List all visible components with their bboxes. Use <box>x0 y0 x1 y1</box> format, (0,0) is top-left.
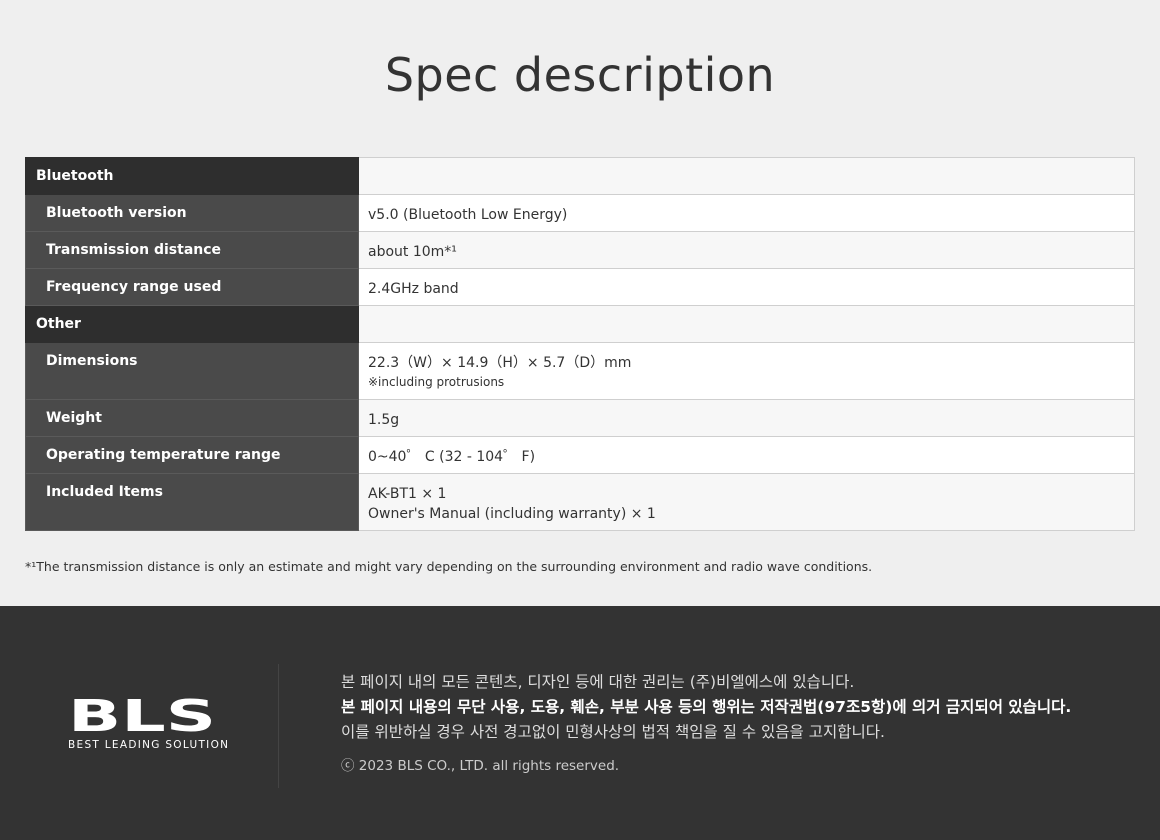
spec-value: AK-BT1 × 1 Owner's Manual (including war… <box>358 473 1135 531</box>
spec-value: 2.4GHz band <box>358 268 1135 306</box>
footer-text: 본 페이지 내의 모든 콘텐츠, 디자인 등에 대한 권리는 (주)비엘에스에 … <box>341 670 1071 774</box>
spec-row: Frequency range used 2.4GHz band <box>25 268 1135 306</box>
footer-prohibition-line: 본 페이지 내용의 무단 사용, 도용, 훼손, 부분 사용 등의 행위는 저작… <box>341 698 1072 716</box>
spec-label: Transmission distance <box>25 231 359 269</box>
footer-warning-line: 이를 위반하실 경우 사전 경고없이 민형사상의 법적 책임을 질 수 있음을 … <box>341 723 885 741</box>
spec-label: Included Items <box>25 473 359 531</box>
logo-subtitle: BEST LEADING SOLUTION <box>68 739 230 751</box>
section-row-other: Other <box>25 305 1135 343</box>
spec-label: Bluetooth version <box>25 194 359 232</box>
footer-divider <box>278 664 279 788</box>
spec-label: Weight <box>25 399 359 437</box>
section-row-bluetooth: Bluetooth <box>25 157 1135 195</box>
spec-row: Weight 1.5g <box>25 399 1135 437</box>
spec-value: about 10m*¹ <box>358 231 1135 269</box>
spec-row: Transmission distance about 10m*¹ <box>25 231 1135 269</box>
footnote: *¹The transmission distance is only an e… <box>25 559 873 574</box>
spec-value-text: 0~40゜ C (32 - 104゜ F) <box>368 449 536 465</box>
spec-row: Included Items AK-BT1 × 1 Owner's Manual… <box>25 473 1135 531</box>
spec-table: Bluetooth Bluetooth version v5.0 (Blueto… <box>25 157 1135 531</box>
spec-row: Bluetooth version v5.0 (Bluetooth Low En… <box>25 194 1135 232</box>
spec-row: Dimensions 22.3（W）× 14.9（H）× 5.7（D）mm ※i… <box>25 342 1135 400</box>
bls-logo: BLS BEST LEADING SOLUTION <box>68 697 230 751</box>
spec-label: Dimensions <box>25 342 359 400</box>
section-header-other: Other <box>25 305 359 343</box>
spec-value-note: ※including protrusions <box>368 375 505 389</box>
spec-value-text-2: Owner's Manual (including warranty) × 1 <box>368 506 656 522</box>
spec-value-text: about 10m*¹ <box>368 244 457 260</box>
spec-value-text: v5.0 (Bluetooth Low Energy) <box>368 207 568 223</box>
spec-value-text: 2.4GHz band <box>368 281 459 297</box>
spec-value: v5.0 (Bluetooth Low Energy) <box>358 194 1135 232</box>
logo-text: BLS <box>68 697 216 733</box>
footer-copyright: ⓒ 2023 BLS CO., LTD. all rights reserved… <box>341 758 620 774</box>
page-title: Spec description <box>384 48 776 102</box>
spec-value-text: AK-BT1 × 1 <box>368 486 447 502</box>
spec-label: Operating temperature range <box>25 436 359 474</box>
spec-value: 0~40゜ C (32 - 104゜ F) <box>358 436 1135 474</box>
section-header-blank <box>358 305 1135 343</box>
spec-value: 22.3（W）× 14.9（H）× 5.7（D）mm ※including pr… <box>358 342 1135 400</box>
spec-row: Operating temperature range 0~40゜ C (32 … <box>25 436 1135 474</box>
spec-label: Frequency range used <box>25 268 359 306</box>
footer: BLS BEST LEADING SOLUTION 본 페이지 내의 모든 콘텐… <box>0 606 1160 840</box>
spec-value: 1.5g <box>358 399 1135 437</box>
spec-value-text: 22.3（W）× 14.9（H）× 5.7（D）mm <box>368 355 632 371</box>
bls-logo-mark: BLS <box>68 697 216 733</box>
section-header-blank <box>358 157 1135 195</box>
footer-rights-line: 본 페이지 내의 모든 콘텐츠, 디자인 등에 대한 권리는 (주)비엘에스에 … <box>341 673 855 691</box>
section-header-bluetooth: Bluetooth <box>25 157 359 195</box>
spec-value-text: 1.5g <box>368 412 400 428</box>
